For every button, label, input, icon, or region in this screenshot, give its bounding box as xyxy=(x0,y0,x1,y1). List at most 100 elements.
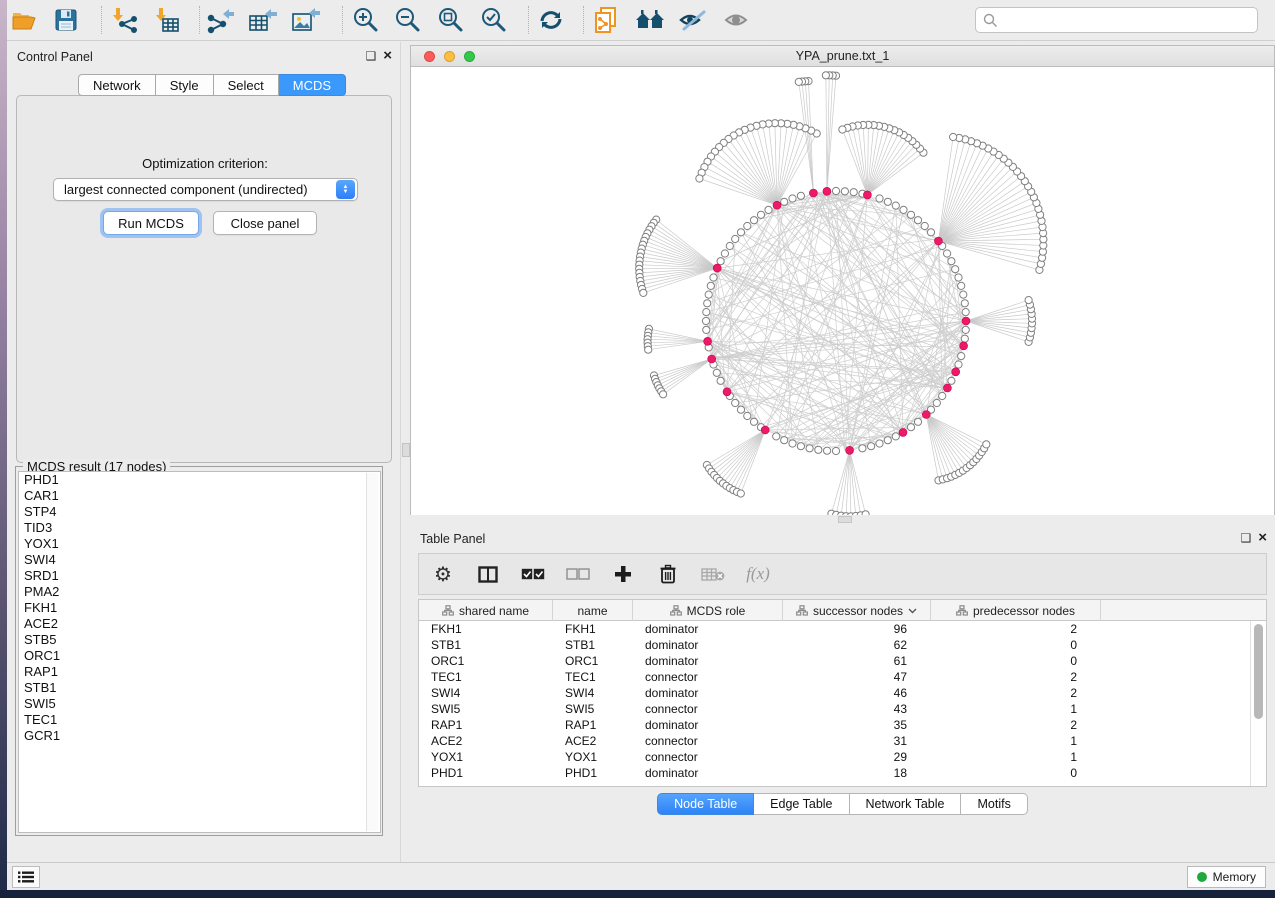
mcds-result-item[interactable]: SWI4 xyxy=(19,552,380,568)
table-tabs: Node TableEdge TableNetwork TableMotifs xyxy=(410,793,1275,815)
tab-select[interactable]: Select xyxy=(214,74,279,96)
import-table-icon[interactable] xyxy=(150,4,184,36)
vertical-splitter[interactable] xyxy=(400,42,410,862)
tab-motifs[interactable]: Motifs xyxy=(961,793,1027,815)
table-row[interactable]: ACE2ACE2connector311 xyxy=(419,733,1266,749)
cell: 0 xyxy=(931,637,1101,653)
float-panel-icon[interactable]: ❑ xyxy=(365,50,376,62)
task-history-button[interactable] xyxy=(12,866,40,888)
import-network-icon[interactable] xyxy=(107,4,141,36)
cell: YOX1 xyxy=(553,749,633,765)
column-header-MCDS-role[interactable]: MCDS role xyxy=(633,600,783,621)
add-column-icon[interactable] xyxy=(611,562,635,586)
mcds-result-item[interactable]: SWI5 xyxy=(19,696,380,712)
mcds-result-item[interactable]: PHD1 xyxy=(19,472,380,488)
tab-network-table[interactable]: Network Table xyxy=(850,793,962,815)
export-image-icon[interactable] xyxy=(289,4,323,36)
tab-edge-table[interactable]: Edge Table xyxy=(754,793,849,815)
show-all-icon[interactable] xyxy=(720,4,754,36)
delete-column-icon[interactable] xyxy=(656,562,680,586)
cell: 31 xyxy=(783,733,931,749)
mcds-result-item[interactable]: PMA2 xyxy=(19,584,380,600)
column-header-shared-name[interactable]: shared name xyxy=(419,600,553,621)
horizontal-splitter[interactable] xyxy=(410,515,1275,524)
column-type-icon xyxy=(956,605,968,616)
cell: SWI5 xyxy=(419,701,553,717)
mcds-result-item[interactable]: YOX1 xyxy=(19,536,380,552)
table-scrollbar[interactable] xyxy=(1253,624,1264,784)
mcds-result-item[interactable]: STB1 xyxy=(19,680,380,696)
export-table-icon[interactable] xyxy=(246,4,280,36)
mcds-result-item[interactable]: STB5 xyxy=(19,632,380,648)
close-panel-button[interactable]: Close panel xyxy=(213,211,317,235)
table-row[interactable]: YOX1YOX1connector291 xyxy=(419,749,1266,765)
mcds-result-item[interactable]: TEC1 xyxy=(19,712,380,728)
cell: dominator xyxy=(633,685,783,701)
zoom-selected-icon[interactable] xyxy=(477,4,511,36)
select-all-icon[interactable] xyxy=(521,562,545,586)
mcds-result-item[interactable]: GCR1 xyxy=(19,728,380,744)
mcds-result-item[interactable]: SRD1 xyxy=(19,568,380,584)
tab-node-table[interactable]: Node Table xyxy=(657,793,754,815)
tab-network[interactable]: Network xyxy=(78,74,156,96)
table-panel-title: Table Panel xyxy=(420,532,485,546)
table-row[interactable]: FKH1FKH1dominator962 xyxy=(419,621,1266,637)
mcds-result-item[interactable]: FKH1 xyxy=(19,600,380,616)
main-toolbar xyxy=(7,0,1275,41)
tab-style[interactable]: Style xyxy=(156,74,214,96)
new-network-from-selection-icon[interactable] xyxy=(589,4,623,36)
table-row[interactable]: TEC1TEC1connector472 xyxy=(419,669,1266,685)
apply-layout-icon[interactable] xyxy=(534,4,568,36)
mcds-result-item[interactable]: ACE2 xyxy=(19,616,380,632)
mcds-result-list[interactable]: PHD1CAR1STP4TID3YOX1SWI4SRD1PMA2FKH1ACE2… xyxy=(18,471,381,833)
cell: 35 xyxy=(783,717,931,733)
cell: RAP1 xyxy=(553,717,633,733)
close-panel-icon[interactable]: × xyxy=(1258,530,1267,545)
column-header-successor-nodes[interactable]: successor nodes xyxy=(783,600,931,621)
list-scrollbar[interactable] xyxy=(366,473,378,831)
zoom-fit-icon[interactable] xyxy=(434,4,468,36)
deselect-all-icon[interactable] xyxy=(566,562,590,586)
cell: ACE2 xyxy=(553,733,633,749)
run-mcds-button[interactable]: Run MCDS xyxy=(103,211,199,235)
column-header-name[interactable]: name xyxy=(553,600,633,621)
table-row[interactable]: ORC1ORC1dominator610 xyxy=(419,653,1266,669)
network-title: YPA_prune.txt_1 xyxy=(411,49,1274,63)
mcds-result-item[interactable]: CAR1 xyxy=(19,488,380,504)
save-session-icon[interactable] xyxy=(49,4,83,36)
criterion-select[interactable]: largest connected component (undirected)… xyxy=(53,178,358,201)
cell: PHD1 xyxy=(553,765,633,781)
splitter-grip[interactable] xyxy=(838,516,852,523)
mcds-result-item[interactable]: STP4 xyxy=(19,504,380,520)
export-network-icon[interactable] xyxy=(203,4,237,36)
close-panel-icon[interactable]: × xyxy=(383,48,392,63)
split-panel-icon[interactable] xyxy=(476,562,500,586)
table-row[interactable]: RAP1RAP1dominator352 xyxy=(419,717,1266,733)
cell: PHD1 xyxy=(419,765,553,781)
hide-selected-icon[interactable] xyxy=(676,4,710,36)
cell: YOX1 xyxy=(419,749,553,765)
table-row[interactable]: STB1STB1dominator620 xyxy=(419,637,1266,653)
splitter-grip[interactable] xyxy=(402,443,410,457)
open-session-icon[interactable] xyxy=(7,4,41,36)
scrollbar-thumb[interactable] xyxy=(1254,624,1263,719)
column-settings-icon[interactable]: ⚙ xyxy=(431,562,455,586)
first-neighbors-icon[interactable] xyxy=(633,4,667,36)
memory-button[interactable]: Memory xyxy=(1187,866,1266,888)
desktop: Control Panel ❑ × NetworkStyleSelectMCDS… xyxy=(0,0,1275,898)
network-titlebar: YPA_prune.txt_1 xyxy=(411,46,1274,67)
mcds-result-item[interactable]: TID3 xyxy=(19,520,380,536)
zoom-out-icon[interactable] xyxy=(391,4,425,36)
network-canvas[interactable] xyxy=(411,67,1274,556)
column-header-predecessor-nodes[interactable]: predecessor nodes xyxy=(931,600,1101,621)
tab-mcds[interactable]: MCDS xyxy=(279,74,346,96)
table-row[interactable]: SWI4SWI4dominator462 xyxy=(419,685,1266,701)
table-row[interactable]: PHD1PHD1dominator180 xyxy=(419,765,1266,781)
mcds-result-item[interactable]: RAP1 xyxy=(19,664,380,680)
zoom-in-icon[interactable] xyxy=(349,4,383,36)
mcds-tab-content: Optimization criterion: largest connecte… xyxy=(16,95,392,463)
table-row[interactable]: SWI5SWI5connector431 xyxy=(419,701,1266,717)
float-panel-icon[interactable]: ❑ xyxy=(1240,532,1251,544)
mcds-result-item[interactable]: ORC1 xyxy=(19,648,380,664)
search-input[interactable] xyxy=(998,13,1257,28)
